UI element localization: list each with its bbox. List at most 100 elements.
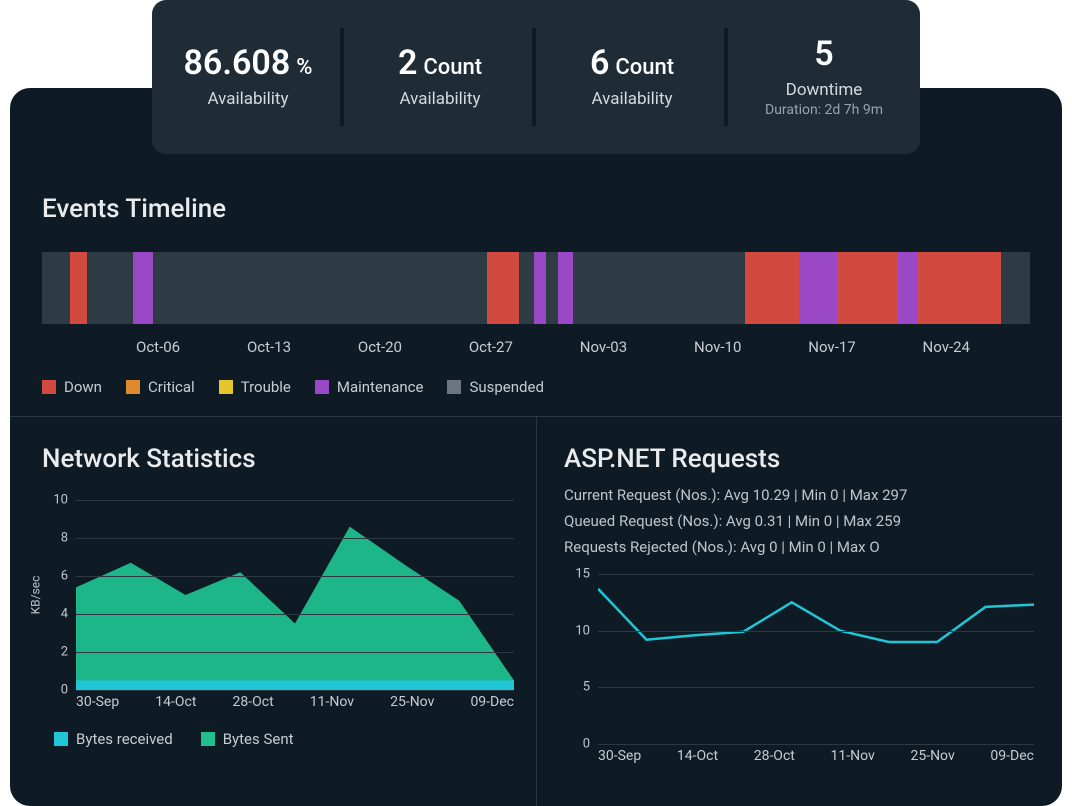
legend-swatch-icon [42,380,56,394]
asp-stat-line: Current Request (Nos.): Avg 10.29 | Min … [564,486,1034,504]
asp-stat-line: Requests Rejected (Nos.): Avg 0 | Min 0 … [564,538,1034,556]
metric-label: Availability [399,89,480,109]
events-timeline-section: Events Timeline Oct-06 Oct-13 Oct-20 Oct-27… [42,194,1030,396]
metrics-bar: 86.608% Availability 2Count Availability… [152,0,920,154]
metric-count-1: 2Count Availability [344,0,536,154]
network-xaxis-ticks: 30-Sep14-Oct28-Oct11-Nov25-Nov09-Dec [42,694,514,710]
legend-swatch-icon [447,380,461,394]
asp-xtick: 11-Nov [831,748,875,764]
metric-value: 6 [590,43,609,83]
network-series-bytes-sent [76,527,514,690]
timeline-segment-maintenance[interactable] [558,252,573,324]
network-xtick: 25-Nov [390,694,434,710]
network-series-bytes-received [76,681,514,691]
timeline-xtick: Oct-06 [136,338,180,356]
legend-label: Down [64,378,102,396]
asp-plot-area [598,574,1034,744]
legend-label: Suspended [469,378,543,396]
network-xtick: 11-Nov [310,694,354,710]
network-svg [76,500,514,690]
metric-sublabel: Duration: 2d 7h 9m [765,102,883,118]
asp-xtick: 09-Dec [990,748,1034,764]
events-timeline-legend: Down Critical Trouble Maintenance Suspended [42,378,1030,396]
asp-series-current-request [598,589,1034,642]
network-ytick: 4 [61,607,68,622]
legend-swatch-icon [126,380,140,394]
timeline-segment-maintenance[interactable] [133,252,153,324]
timeline-xtick: Oct-20 [358,338,402,356]
legend-swatch-icon [315,380,329,394]
timeline-segment-down[interactable] [487,252,520,324]
timeline-segment-down[interactable] [838,252,897,324]
network-ytick: 8 [61,531,68,546]
asp-requests-title: ASP.NET Requests [564,444,1034,474]
network-plot-area [76,500,514,690]
timeline-xtick: Nov-17 [808,338,855,356]
metric-value: 86.608 [184,43,291,83]
legend-label: Bytes Sent [223,730,294,748]
timeline-xtick: Nov-24 [923,338,970,356]
asp-xtick: 14-Oct [677,748,718,764]
metric-unit: Count [423,55,482,80]
legend-item-suspended[interactable]: Suspended [447,378,543,396]
asp-ytick: 10 [575,623,590,638]
asp-requests-chart[interactable]: 051015 [564,574,1034,744]
network-legend: Bytes received Bytes Sent [42,730,514,748]
timeline-xtick: Oct-27 [469,338,513,356]
legend-item-critical[interactable]: Critical [126,378,195,396]
legend-item-trouble[interactable]: Trouble [219,378,291,396]
metric-availability-pct: 86.608% Availability [152,0,344,154]
events-timeline-title: Events Timeline [42,194,1030,224]
network-ytick: 0 [61,683,68,698]
metric-value: 5 [814,34,833,74]
timeline-segment-maintenance[interactable] [898,252,918,324]
network-xtick: 09-Dec [470,694,514,710]
network-yaxis-ticks: 0246810 [42,500,72,690]
network-statistics-chart[interactable]: KB/sec 0246810 [42,500,514,690]
timeline-segment-down[interactable] [70,252,88,324]
events-timeline-track[interactable] [42,252,1030,324]
timeline-segment-maintenance[interactable] [799,252,839,324]
timeline-segment-maintenance[interactable] [534,252,546,324]
timeline-segment-down[interactable] [917,252,1001,324]
metric-unit: % [296,55,312,80]
legend-swatch-icon [219,380,233,394]
network-statistics-title: Network Statistics [42,444,514,474]
metric-count-2: 6Count Availability [536,0,728,154]
asp-ytick: 5 [583,680,590,695]
network-statistics-panel: Network Statistics KB/sec 0246810 30-Sep… [42,444,514,748]
events-timeline-xaxis: Oct-06 Oct-13 Oct-20 Oct-27 Nov-03 Nov-10 Nov-… [42,338,1030,356]
metric-label: Availability [591,89,672,109]
timeline-segment-down[interactable] [745,252,798,324]
asp-ytick: 0 [583,737,590,752]
legend-label: Trouble [241,378,291,396]
asp-xaxis-ticks: 30-Sep 14-Oct 28-Oct 11-Nov 25-Nov 09-Dec [564,748,1034,764]
legend-swatch-icon [201,732,215,746]
network-yaxis-label: KB/sec [28,576,42,615]
legend-item-down[interactable]: Down [42,378,102,396]
metric-downtime: 5 Downtime Duration: 2d 7h 9m [728,0,920,154]
network-ytick: 10 [53,493,68,508]
asp-xtick: 30-Sep [598,748,641,764]
network-xtick: 14-Oct [155,694,196,710]
legend-item-maintenance[interactable]: Maintenance [315,378,424,396]
legend-label: Maintenance [337,378,424,396]
vertical-separator [536,416,537,806]
timeline-xtick: Nov-10 [694,338,741,356]
network-ytick: 6 [61,569,68,584]
timeline-xtick: Nov-03 [580,338,627,356]
asp-requests-panel: ASP.NET Requests Current Request (Nos.):… [564,444,1034,764]
asp-xtick: 28-Oct [754,748,795,764]
asp-xtick: 25-Nov [910,748,954,764]
asp-stat-line: Queued Request (Nos.): Avg 0.31 | Min 0 … [564,512,1034,530]
metric-label: Availability [207,89,288,109]
legend-item-bytes-received[interactable]: Bytes received [54,730,173,748]
network-xtick: 30-Sep [76,694,119,710]
metric-label: Downtime [786,80,863,100]
asp-svg [598,574,1034,744]
legend-label: Critical [148,378,195,396]
timeline-xtick: Oct-13 [247,338,291,356]
legend-label: Bytes received [76,730,173,748]
legend-item-bytes-sent[interactable]: Bytes Sent [201,730,294,748]
metric-unit: Count [615,55,674,80]
